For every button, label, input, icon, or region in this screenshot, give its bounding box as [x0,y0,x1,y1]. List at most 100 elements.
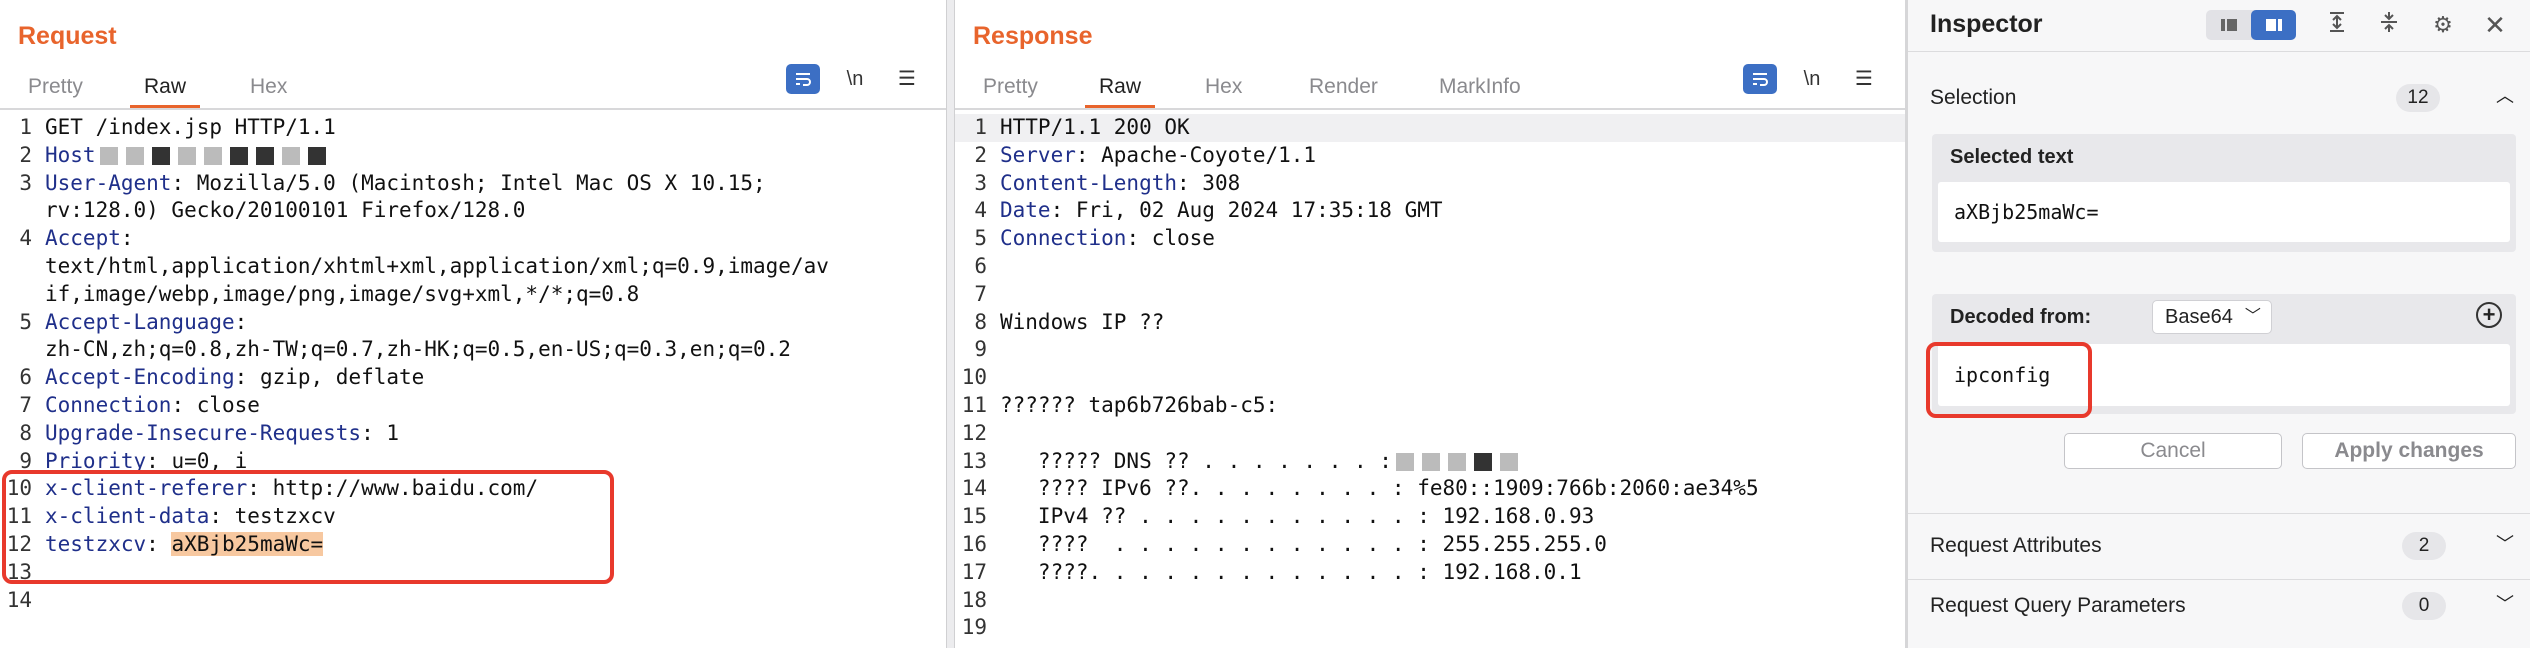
header-value: ???? IPv6 ??. . . . . . . . : fe80::1909… [1000,476,1759,501]
request-line[interactable]: 3 User-Agent: Mozilla/5.0 (Macintosh; Int… [0,170,946,198]
response-line[interactable]: 19 [955,614,1905,642]
request-line[interactable]: zh-CN,zh;q=0.8,zh-TW;q=0.7,zh-HK;q=0.5,e… [0,336,946,364]
query-parameters-section[interactable]: Request Query Parameters 0 ﹀ [1908,580,2530,648]
request-wrap-toggle[interactable] [786,64,820,94]
response-line[interactable]: 15 IPv4 ?? . . . . . . . . . . . : 192.1… [955,503,1905,531]
request-attributes-section[interactable]: Request Attributes 2 ﹀ [1908,514,2530,580]
response-tab-markinfo[interactable]: MarkInfo [1425,72,1535,108]
response-line[interactable]: 10 [955,364,1905,392]
line-content: Accept-Encoding: gzip, deflate [45,364,424,392]
line-content: Content-Length: 308 [1000,170,1240,198]
line-content: Connection: close [45,392,260,420]
request-line[interactable]: 4 Accept: [0,225,946,253]
response-line[interactable]: 1 HTTP/1.1 200 OK [955,114,1905,142]
line-number: 12 [961,420,987,445]
selected-text-field[interactable]: aXBjb25maWc= [1938,182,2510,242]
header-name: Content-Length [1000,170,1178,195]
line-number: 14 [961,476,987,501]
header-value: : Apache-Coyote/1.1 [1075,142,1317,167]
chevron-down-icon[interactable]: ﹀ [2496,590,2514,616]
header-name: Connection [1000,226,1127,251]
request-line[interactable]: rv:128.0) Gecko/20100101 Firefox/128.0 [0,197,946,225]
response-tab-hex[interactable]: Hex [1191,72,1256,108]
request-line[interactable]: 14 [0,587,946,615]
expand-all-icon[interactable] [2322,10,2352,40]
selected-text-label: Selected text [1950,146,2074,168]
line-content: rv:128.0) Gecko/20100101 Firefox/128.0 [45,197,525,225]
selection-label[interactable]: Selection [1930,86,2016,110]
cancel-button[interactable]: Cancel [2064,433,2282,469]
apply-changes-button[interactable]: Apply changes [2302,433,2516,469]
response-tab-raw[interactable]: Raw [1085,72,1156,108]
request-menu-icon[interactable]: ☰ [890,64,924,94]
header-value: zh-CN,zh;q=0.8,zh-TW;q=0.7,zh-HK;q=0.5,e… [45,337,791,362]
response-line[interactable]: 11 ?????? tap6b726bab-c5: [955,392,1905,420]
panel-view-icon[interactable] [2251,10,2296,40]
response-line[interactable]: 8 Windows IP ?? [955,309,1905,337]
request-line[interactable]: 7 Connection: close [0,392,946,420]
response-line[interactable]: 4 Date: Fri, 02 Aug 2024 17:35:18 GMT [955,197,1905,225]
response-line[interactable]: 13 ????? DNS ?? . . . . . . . : [955,448,1905,476]
line-number: 6 [974,253,987,278]
line-number: 6 [19,365,32,390]
header-value: : Fri, 02 Aug 2024 17:35:18 GMT [1050,198,1443,223]
add-decoding-icon[interactable]: + [2476,302,2502,328]
line-number: 1 [974,115,987,139]
response-line[interactable]: 14 ???? IPv6 ??. . . . . . . . : fe80::1… [955,475,1905,503]
request-tab-pretty[interactable]: Pretty [14,72,97,108]
line-number: 2 [19,142,32,167]
request-line[interactable]: 5 Accept-Language: [0,309,946,337]
request-line[interactable]: 8 Upgrade-Insecure-Requests: 1 [0,420,946,448]
line-number: 7 [19,392,32,417]
response-line[interactable]: 16 ???? . . . . . . . . . . . . : 255.25… [955,531,1905,559]
response-line[interactable]: 3 Content-Length: 308 [955,170,1905,198]
request-newline-toggle[interactable]: \n [838,64,872,94]
response-line[interactable]: 7 [955,281,1905,309]
header-name: Host [45,142,96,167]
chevron-down-icon[interactable]: ﹀ [2496,530,2514,556]
header-value: : close [1126,226,1215,251]
list-view-icon[interactable] [2206,10,2251,40]
request-line[interactable]: 2 Host [0,142,946,170]
line-content: Connection: close [1000,225,1215,253]
response-line[interactable]: 9 [955,336,1905,364]
response-line[interactable]: 18 [955,587,1905,615]
line-number: 17 [961,559,987,584]
settings-gear-icon[interactable]: ⚙ [2428,10,2458,40]
encoding-select[interactable]: Base64 ﹀ [2152,300,2272,334]
request-attributes-label[interactable]: Request Attributes [1930,534,2102,558]
request-tab-hex[interactable]: Hex [236,72,301,108]
response-line[interactable]: 17 ????. . . . . . . . . . . . . : 192.1… [955,559,1905,587]
response-wrap-toggle[interactable] [1743,64,1777,94]
collapse-all-icon[interactable] [2374,10,2404,40]
query-parameters-label[interactable]: Request Query Parameters [1930,594,2186,618]
response-tab-pretty[interactable]: Pretty [969,72,1052,108]
line-content: Upgrade-Insecure-Requests: 1 [45,420,399,448]
response-newline-toggle[interactable]: \n [1795,64,1829,94]
close-inspector-icon[interactable]: ✕ [2480,10,2510,40]
request-line[interactable]: 1 GET /index.jsp HTTP/1.1 [0,114,946,142]
header-value: : [234,309,248,334]
line-number: 15 [961,504,987,529]
header-name: Accept [45,226,121,251]
request-annotation-box [2,470,614,584]
response-tab-render[interactable]: Render [1295,72,1392,108]
request-line[interactable]: 6 Accept-Encoding: gzip, deflate [0,364,946,392]
response-line[interactable]: 12 [955,420,1905,448]
inspector-pane: Inspector ⚙ ✕ Selection 12 ︿ Selected te… [1908,0,2530,648]
response-menu-icon[interactable]: ☰ [1847,64,1881,94]
line-content: GET /index.jsp HTTP/1.1 [45,114,336,142]
response-line[interactable]: 2 Server: Apache-Coyote/1.1 [955,142,1905,170]
line-content: HTTP/1.1 200 OK [1000,114,1190,142]
line-number: 3 [19,170,32,195]
inspector-layout-toggle[interactable] [2206,10,2296,40]
request-line[interactable]: text/html,application/xhtml+xml,applicat… [0,253,946,281]
response-line[interactable]: 6 [955,253,1905,281]
request-tab-raw[interactable]: Raw [130,72,201,108]
line-content: Accept: [45,225,134,253]
chevron-up-icon[interactable]: ︿ [2496,82,2514,108]
response-editor[interactable]: 1 HTTP/1.1 200 OK 2 Server: Apache-Coyote/1… [955,114,1905,648]
pane-divider[interactable] [946,0,955,648]
response-line[interactable]: 5 Connection: close [955,225,1905,253]
request-line[interactable]: if,image/webp,image/png,image/svg+xml,*/… [0,281,946,309]
